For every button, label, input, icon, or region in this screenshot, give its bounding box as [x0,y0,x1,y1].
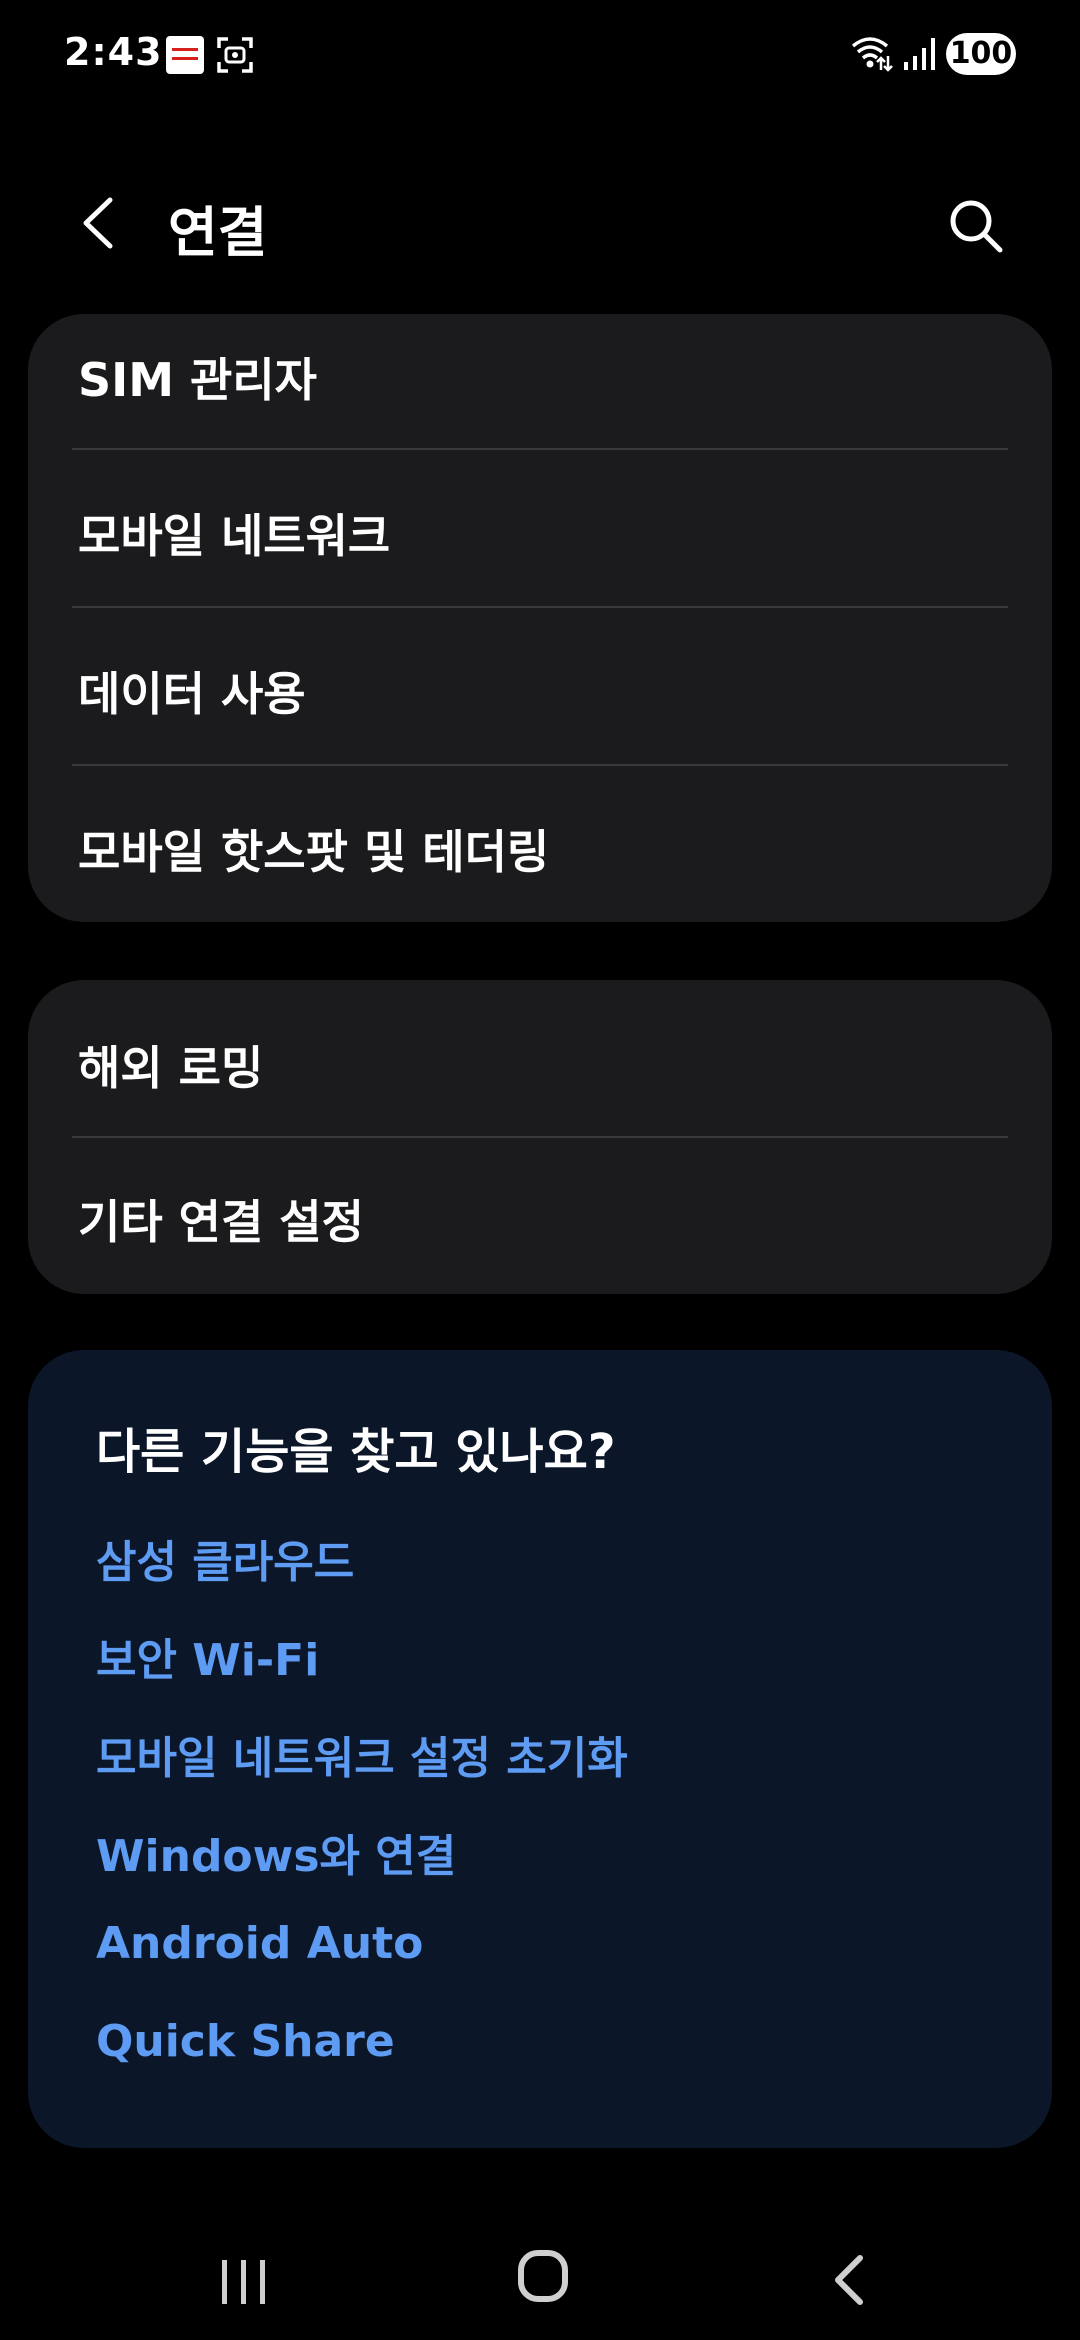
link-quick-share[interactable]: Quick Share [96,2016,395,2067]
signal-icon [904,38,935,70]
recents-icon[interactable] [214,2254,274,2310]
menu-item-mobile-network[interactable]: 모바일 네트워크 [28,450,1052,608]
back-icon[interactable] [826,2250,876,2310]
link-link-to-windows[interactable]: Windows와 연결 [96,1820,456,1884]
menu-item-sim-manager[interactable]: SIM 관리자 [28,314,1052,450]
header: 연결 [0,170,1080,280]
menu-item-label: 모바일 핫스팟 및 테더링 [78,825,550,879]
navigation-bar [0,2220,1080,2340]
menu-item-hotspot-tethering[interactable]: 모바일 핫스팟 및 테더링 [28,766,1052,922]
chevron-left-icon[interactable] [70,188,130,258]
menu-item-label: 해외 로밍 [78,1041,264,1095]
search-icon[interactable] [944,194,1008,258]
home-icon[interactable] [518,2250,568,2302]
settings-group-2: 해외 로밍 기타 연결 설정 [28,980,1052,1294]
link-reset-network-settings[interactable]: 모바일 네트워크 설정 초기화 [96,1722,628,1786]
link-secure-wifi[interactable]: 보안 Wi-Fi [96,1624,319,1688]
suggestions-title: 다른 기능을 찾고 있나요? [96,1424,616,1480]
wifi-icon [851,37,893,72]
status-bar: 2:43 100 [0,0,1080,110]
menu-item-label: 기타 연결 설정 [78,1195,364,1249]
menu-item-label: 모바일 네트워크 [78,509,391,563]
suggestions-card: 다른 기능을 찾고 있나요? 삼성 클라우드 보안 Wi-Fi 모바일 네트워크… [28,1350,1052,2148]
battery-indicator: 100 [946,33,1016,75]
screen-capture-icon [217,37,253,73]
menu-item-label: 데이터 사용 [78,667,306,721]
menu-item-more-connection-settings[interactable]: 기타 연결 설정 [28,1138,1052,1294]
settings-group-1: SIM 관리자 모바일 네트워크 데이터 사용 모바일 핫스팟 및 테더링 [28,314,1052,922]
link-android-auto[interactable]: Android Auto [96,1918,423,1969]
menu-item-label: SIM 관리자 [78,353,317,407]
page-title: 연결 [168,201,268,264]
menu-item-data-usage[interactable]: 데이터 사용 [28,608,1052,766]
status-time: 2:43 [64,30,163,74]
menu-item-roaming[interactable]: 해외 로밍 [28,980,1052,1138]
link-samsung-cloud[interactable]: 삼성 클라우드 [96,1526,354,1590]
app-notification-icon [166,36,204,74]
